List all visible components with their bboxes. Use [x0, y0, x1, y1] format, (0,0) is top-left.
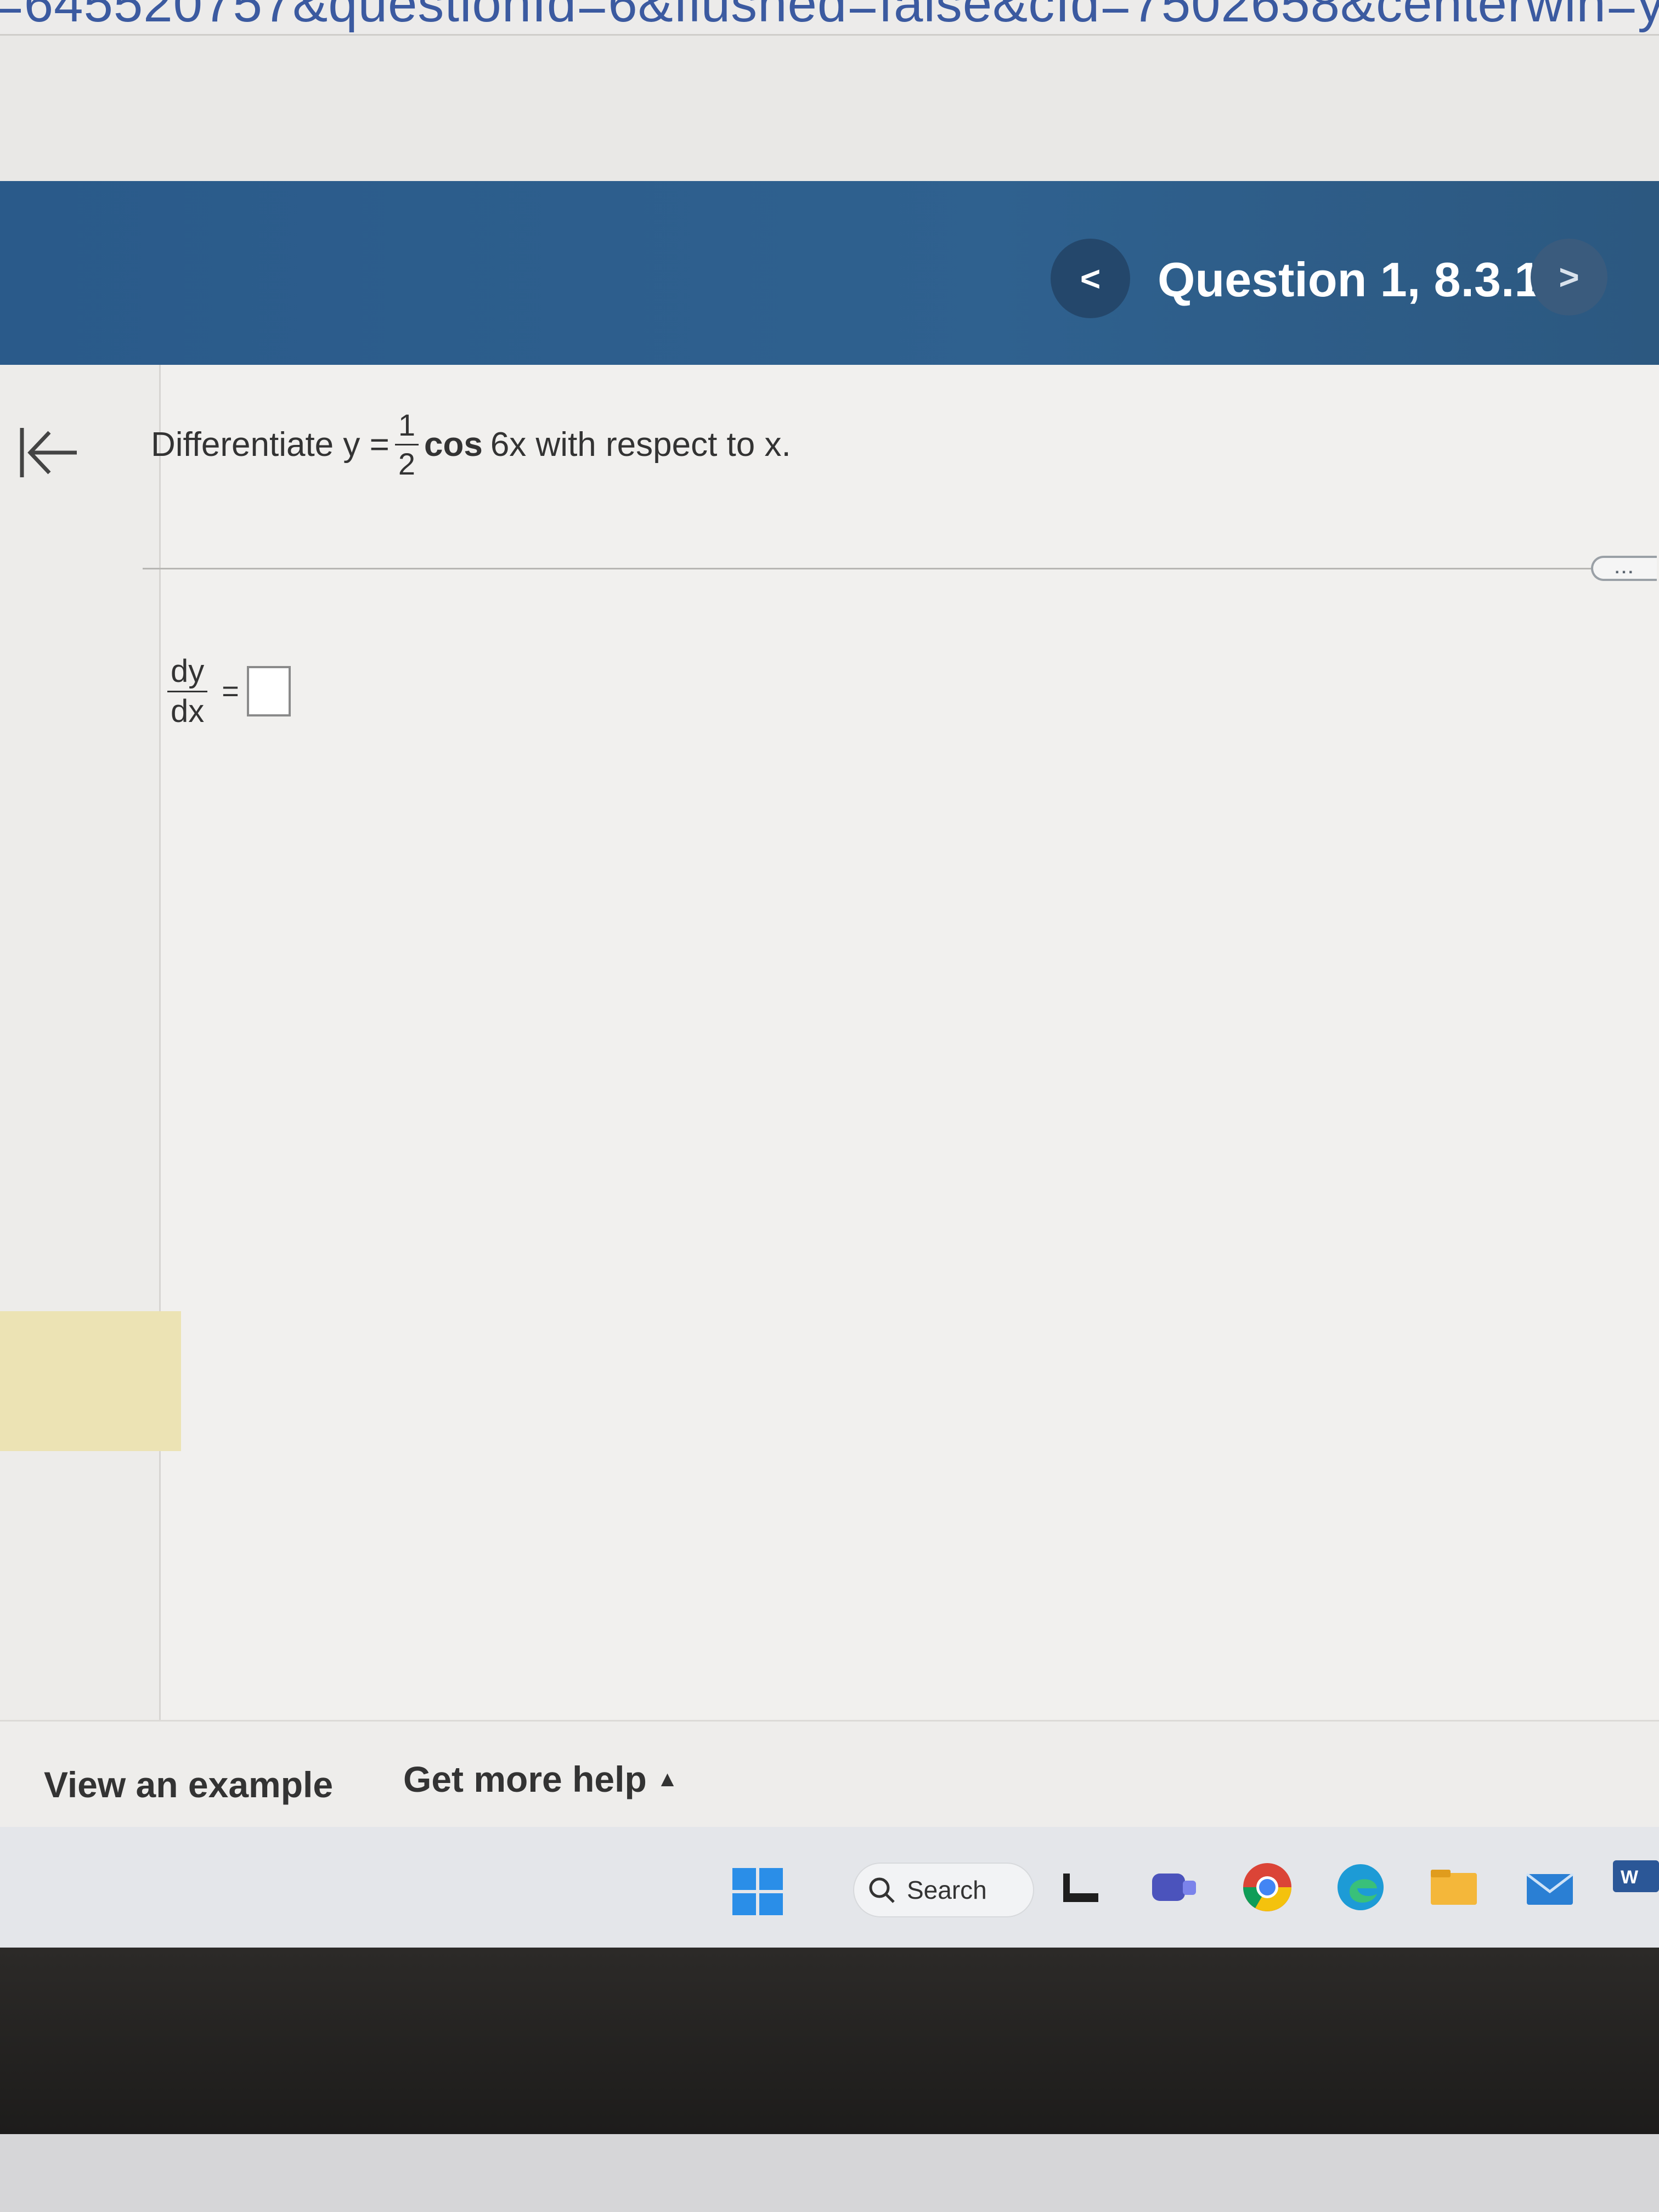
more-options-button[interactable]: ... [1591, 556, 1657, 581]
derivative-fraction: dy dx [167, 655, 208, 729]
answer-row: dy dx = [167, 645, 291, 738]
svg-text:W: W [1621, 1867, 1639, 1888]
get-more-help-label: Get more help [403, 1759, 647, 1799]
windows-start-icon[interactable] [732, 1868, 783, 1915]
sidebar-highlight [0, 1311, 181, 1451]
url-text: el Homework.aspx?homeworkId=645520757&qu… [0, 0, 1659, 33]
taskbar-search-label: Search [907, 1876, 987, 1904]
file-explorer-icon[interactable] [1051, 1857, 1111, 1917]
question-panel [0, 365, 1659, 1857]
caret-up-icon: ▲ [656, 1767, 679, 1791]
windows-taskbar [0, 1827, 1659, 1953]
left-sidebar [0, 365, 161, 1720]
view-example-button[interactable]: View an example [44, 1764, 333, 1805]
teams-icon[interactable] [1144, 1857, 1204, 1917]
next-question-button[interactable]: > [1531, 239, 1607, 315]
fraction-denominator: 2 [398, 446, 415, 481]
folder-icon[interactable] [1424, 1857, 1484, 1917]
fraction-numerator: 1 [394, 409, 419, 445]
chevron-left-icon: < [1080, 258, 1101, 298]
question-title: Question 1, 8.3.11 [1158, 252, 1566, 307]
browser-address-bar[interactable]: el Homework.aspx?homeworkId=645520757&qu… [0, 0, 1659, 36]
taskbar-search[interactable]: Search [853, 1863, 1034, 1917]
mail-icon[interactable] [1520, 1857, 1580, 1917]
prompt-text-end: 6x with respect to x. [490, 425, 791, 464]
previous-question-button[interactable]: < [1051, 239, 1130, 318]
search-icon [869, 1877, 895, 1903]
chevron-right-icon: > [1559, 257, 1579, 297]
derivative-numerator: dy [167, 655, 208, 692]
laptop-bezel [0, 1948, 1659, 2134]
browser-toolbar-area [0, 36, 1659, 181]
chrome-icon[interactable] [1237, 1857, 1297, 1917]
edge-icon[interactable] [1330, 1857, 1391, 1917]
derivative-denominator: dx [171, 693, 205, 729]
desk-surface [0, 2134, 1659, 2212]
equals-sign: = [222, 675, 239, 708]
fraction-one-half: 1 2 [394, 409, 419, 481]
section-divider [143, 568, 1591, 569]
question-prompt: Differentiate y = 1 2 cos 6x with respec… [151, 400, 791, 488]
collapse-sidebar-icon[interactable] [16, 422, 82, 483]
word-icon[interactable]: W [1613, 1846, 1659, 1906]
cos-function: cos [424, 425, 483, 464]
answer-input[interactable] [246, 666, 291, 716]
prompt-text-start: Differentiate y = [151, 425, 390, 464]
get-more-help-button[interactable]: Get more help ▲ [403, 1758, 678, 1800]
